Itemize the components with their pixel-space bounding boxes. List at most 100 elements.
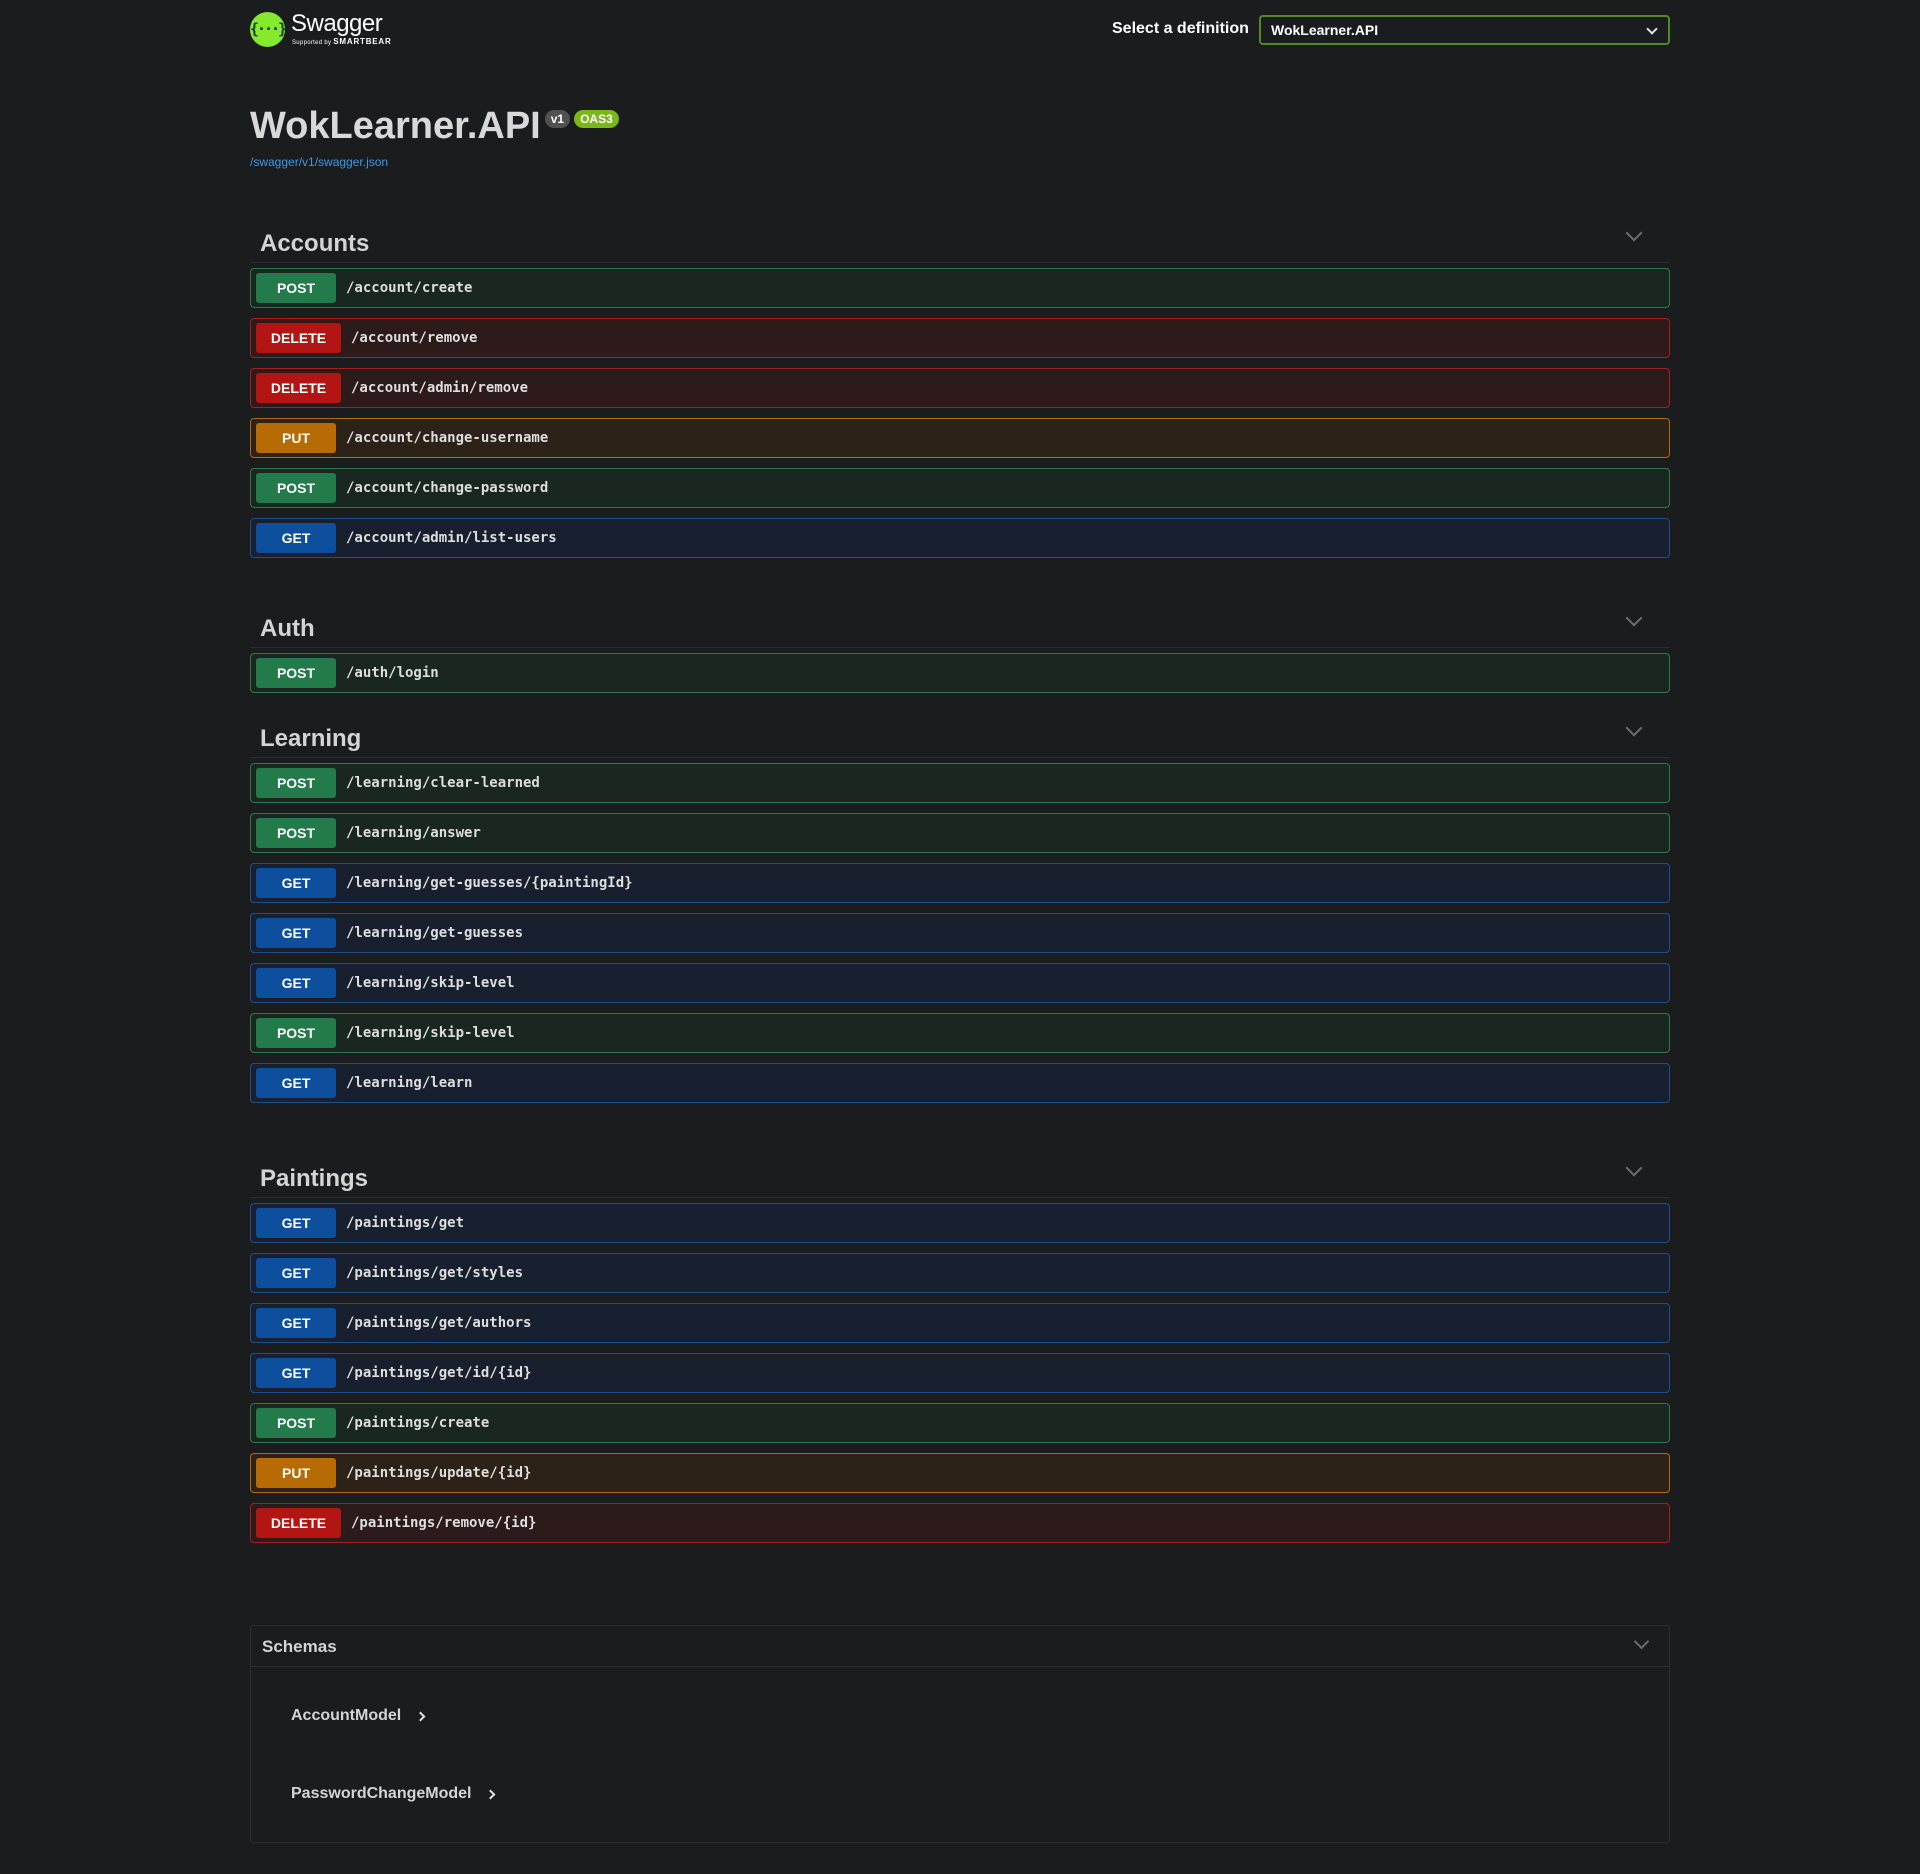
method-badge: POST bbox=[256, 818, 336, 848]
method-badge: GET bbox=[256, 1258, 336, 1288]
operation-get[interactable]: GET/learning/skip-level bbox=[250, 963, 1670, 1003]
section-auth: Auth POST/auth/login bbox=[250, 600, 1670, 703]
operation-put[interactable]: PUT/account/change-username bbox=[250, 418, 1670, 458]
chevron-right-icon bbox=[415, 1711, 426, 1721]
section-title: Accounts bbox=[260, 230, 370, 257]
operation-post[interactable]: POST/account/create bbox=[250, 268, 1670, 308]
operation-path: /paintings/get/styles bbox=[346, 1265, 524, 1281]
operation-post[interactable]: POST/paintings/create bbox=[250, 1403, 1670, 1443]
definition-select[interactable]: WokLearner.API bbox=[1259, 15, 1670, 45]
api-info: WokLearner.API v1 OAS3 /swagger/v1/swagger… bbox=[250, 105, 619, 169]
operation-post[interactable]: POST/auth/login bbox=[250, 653, 1670, 693]
operation-path: /learning/clear-learned bbox=[346, 775, 540, 791]
schemas-header[interactable]: Schemas bbox=[251, 1626, 1669, 1667]
method-badge: POST bbox=[256, 768, 336, 798]
swagger-logo[interactable]: {···} Swagger Supported by SMARTBEAR bbox=[250, 10, 392, 48]
operation-post[interactable]: POST/account/change-password bbox=[250, 468, 1670, 508]
section-title: Paintings bbox=[260, 1165, 369, 1192]
operation-path: /learning/get-guesses/{paintingId} bbox=[346, 875, 633, 891]
chevron-down-icon[interactable] bbox=[1625, 1159, 1643, 1177]
page-title: WokLearner.API bbox=[250, 105, 541, 147]
operation-path: /account/remove bbox=[351, 330, 478, 346]
topbar: {···} Swagger Supported by SMARTBEAR Sel… bbox=[250, 0, 1670, 58]
method-badge: GET bbox=[256, 523, 336, 553]
operation-get[interactable]: GET/account/admin/list-users bbox=[250, 518, 1670, 558]
operation-get[interactable]: GET/paintings/get/authors bbox=[250, 1303, 1670, 1343]
method-badge: POST bbox=[256, 1408, 336, 1438]
method-badge: GET bbox=[256, 918, 336, 948]
schema-model-item[interactable]: AccountModel bbox=[291, 1707, 426, 1725]
operation-path: /learning/learn bbox=[346, 1075, 473, 1091]
section-accounts: Accounts POST/account/create DELETE/accou… bbox=[250, 215, 1670, 568]
method-badge: POST bbox=[256, 273, 336, 303]
schema-model-name: PasswordChangeModel bbox=[291, 1785, 472, 1802]
chevron-down-icon[interactable] bbox=[1625, 719, 1643, 737]
operation-path: /account/admin/remove bbox=[351, 380, 529, 396]
definition-select-value: WokLearner.API bbox=[1271, 22, 1379, 38]
operations-list: POST/account/create DELETE/account/remove… bbox=[250, 268, 1670, 558]
chevron-down-icon[interactable] bbox=[1625, 609, 1643, 627]
method-badge: POST bbox=[256, 473, 336, 503]
method-badge: GET bbox=[256, 868, 336, 898]
swagger-logo-icon: {···} bbox=[250, 11, 287, 47]
section-header[interactable]: Learning bbox=[250, 710, 1670, 758]
operation-path: /paintings/get bbox=[346, 1215, 465, 1231]
operation-delete[interactable]: DELETE/account/admin/remove bbox=[250, 368, 1670, 408]
operation-path: /paintings/remove/{id} bbox=[351, 1515, 537, 1531]
operation-delete[interactable]: DELETE/paintings/remove/{id} bbox=[250, 1503, 1670, 1543]
operation-path: /auth/login bbox=[346, 665, 439, 681]
method-badge: DELETE bbox=[256, 1508, 341, 1538]
definition-label: Select a definition bbox=[1112, 20, 1249, 37]
operation-path: /paintings/get/authors bbox=[346, 1315, 532, 1331]
operation-post[interactable]: POST/learning/answer bbox=[250, 813, 1670, 853]
operation-get[interactable]: GET/learning/learn bbox=[250, 1063, 1670, 1103]
operation-get[interactable]: GET/paintings/get/id/{id} bbox=[250, 1353, 1670, 1393]
spec-url-link[interactable]: /swagger/v1/swagger.json bbox=[250, 155, 388, 169]
operation-path: /account/change-username bbox=[346, 430, 549, 446]
method-badge: POST bbox=[256, 658, 336, 688]
operation-path: /account/admin/list-users bbox=[346, 530, 557, 546]
logo-name: Swagger bbox=[291, 10, 383, 37]
section-header[interactable]: Auth bbox=[250, 600, 1670, 648]
operations-list: GET/paintings/get GET/paintings/get/style… bbox=[250, 1203, 1670, 1543]
schemas-panel: Schemas AccountModel PasswordChangeModel bbox=[250, 1625, 1670, 1843]
schemas-title: Schemas bbox=[262, 1637, 337, 1656]
method-badge: PUT bbox=[256, 1458, 336, 1488]
operations-list: POST/learning/clear-learned POST/learning… bbox=[250, 763, 1670, 1103]
method-badge: DELETE bbox=[256, 323, 341, 353]
section-title: Learning bbox=[260, 725, 362, 752]
method-badge: GET bbox=[256, 968, 336, 998]
operation-path: /paintings/get/id/{id} bbox=[346, 1365, 532, 1381]
operation-post[interactable]: POST/learning/clear-learned bbox=[250, 763, 1670, 803]
method-badge: GET bbox=[256, 1308, 336, 1338]
operation-post[interactable]: POST/learning/skip-level bbox=[250, 1013, 1670, 1053]
method-badge: PUT bbox=[256, 423, 336, 453]
chevron-down-icon[interactable] bbox=[1625, 224, 1643, 242]
method-badge: DELETE bbox=[256, 373, 341, 403]
operations-list: POST/auth/login bbox=[250, 653, 1670, 693]
method-badge: GET bbox=[256, 1068, 336, 1098]
operation-get[interactable]: GET/learning/get-guesses bbox=[250, 913, 1670, 953]
section-header[interactable]: Paintings bbox=[250, 1150, 1670, 1198]
operation-path: /learning/skip-level bbox=[346, 975, 515, 991]
operation-get[interactable]: GET/paintings/get bbox=[250, 1203, 1670, 1243]
section-header[interactable]: Accounts bbox=[250, 215, 1670, 263]
chevron-right-icon bbox=[486, 1789, 496, 1799]
operation-get[interactable]: GET/paintings/get/styles bbox=[250, 1253, 1670, 1293]
logo-text: Swagger Supported by SMARTBEAR bbox=[291, 10, 392, 47]
method-badge: POST bbox=[256, 1018, 336, 1048]
operation-path: /paintings/update/{id} bbox=[346, 1465, 532, 1481]
logo-sub-brand: SMARTBEAR bbox=[333, 37, 392, 46]
version-badge: v1 bbox=[544, 110, 571, 128]
logo-sub-prefix: Supported by bbox=[292, 40, 332, 46]
operation-delete[interactable]: DELETE/account/remove bbox=[250, 318, 1670, 358]
method-badge: GET bbox=[256, 1358, 336, 1388]
schema-model-item[interactable]: PasswordChangeModel bbox=[291, 1785, 496, 1803]
chevron-down-icon bbox=[1646, 23, 1658, 35]
method-badge: GET bbox=[256, 1208, 336, 1238]
chevron-down-icon[interactable] bbox=[1633, 1633, 1650, 1650]
operation-path: /learning/skip-level bbox=[346, 1025, 515, 1041]
operation-path: /learning/answer bbox=[346, 825, 481, 841]
operation-put[interactable]: PUT/paintings/update/{id} bbox=[250, 1453, 1670, 1493]
operation-get[interactable]: GET/learning/get-guesses/{paintingId} bbox=[250, 863, 1670, 903]
